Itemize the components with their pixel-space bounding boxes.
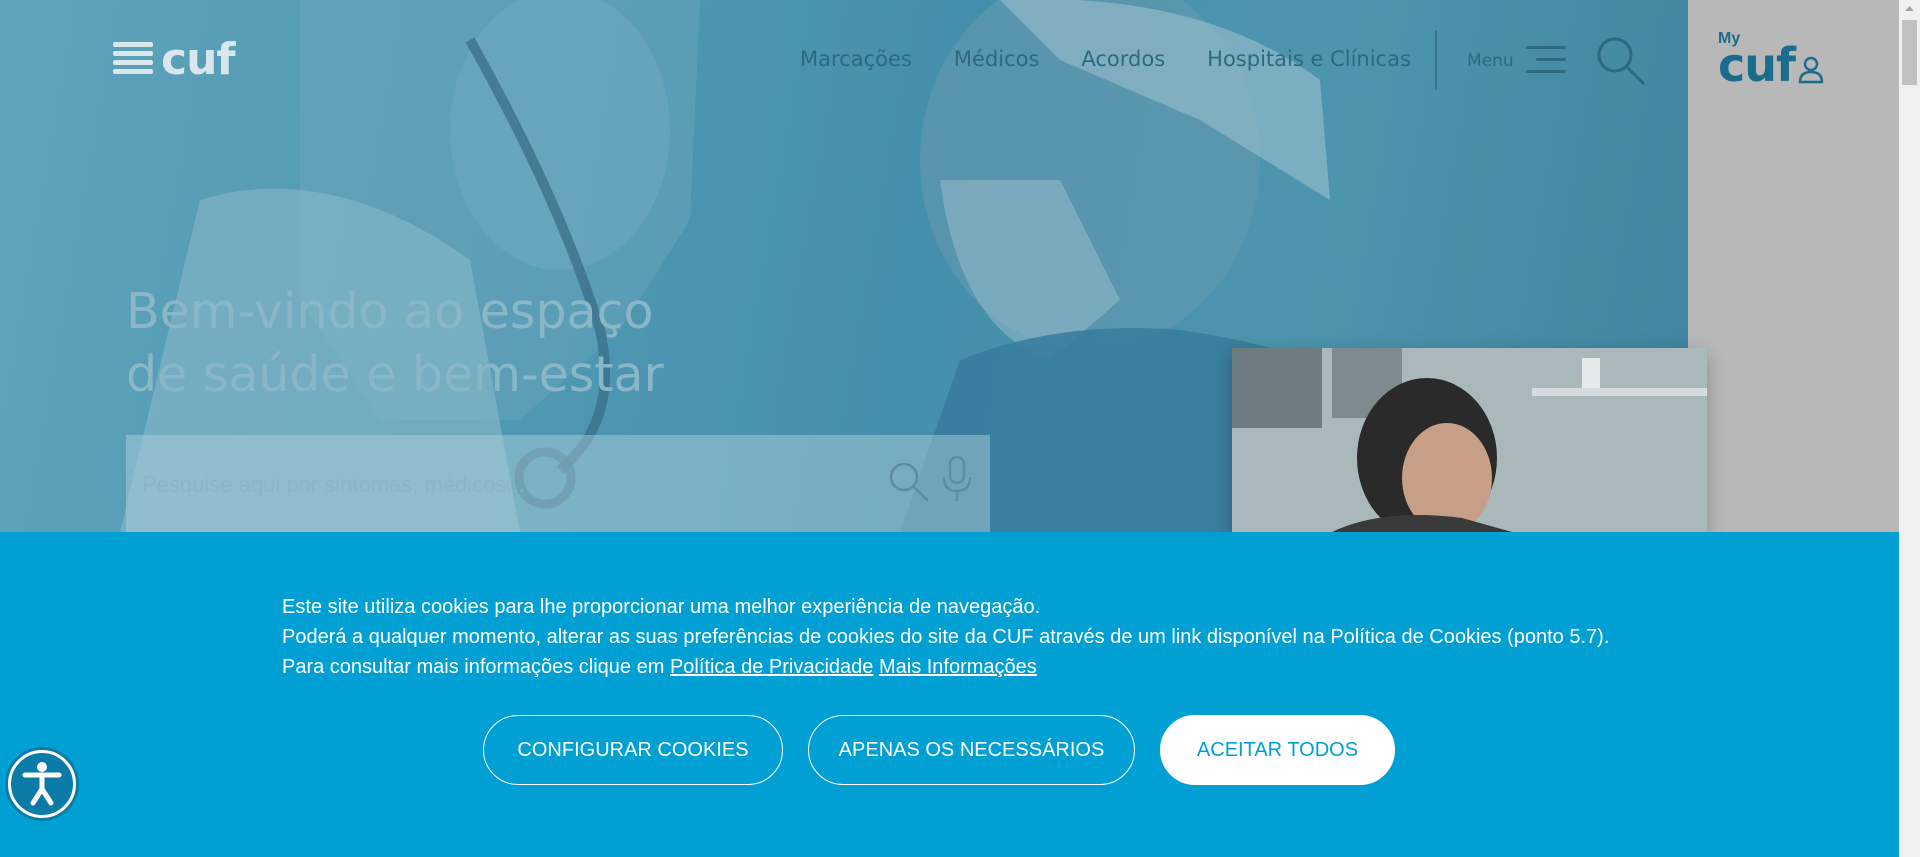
hero-search-input[interactable] <box>142 465 882 505</box>
more-info-link[interactable]: Mais Informações <box>879 656 1037 678</box>
accessibility-icon <box>22 762 62 806</box>
cookie-line-3: Para consultar mais informações clique e… <box>282 652 1732 682</box>
accept-all-button[interactable]: ACEITAR TODOS <box>1160 715 1395 785</box>
nav-medicos[interactable]: Médicos <box>954 47 1040 71</box>
scrollbar-thumb[interactable] <box>1902 20 1917 85</box>
cookie-line-2: Poderá a qualquer momento, alterar as su… <box>282 626 1610 648</box>
nav-acordos[interactable]: Acordos <box>1081 47 1165 71</box>
cookie-banner: Este site utiliza cookies para lhe propo… <box>0 532 1899 857</box>
mycuf-login[interactable]: My cuf <box>1718 30 1828 90</box>
welcome-title: Bem-vindo ao espaço de saúde e bem-estar <box>126 280 826 406</box>
logo-text: cuf <box>161 34 236 85</box>
user-icon <box>1798 56 1824 84</box>
search-icon[interactable] <box>886 459 930 503</box>
nav-divider <box>1435 30 1437 90</box>
nav-hospitais-clinicas[interactable]: Hospitais e Clínicas <box>1207 47 1411 71</box>
microphone-icon[interactable] <box>941 455 973 503</box>
cookie-message: Este site utiliza cookies para lhe propo… <box>282 592 1732 682</box>
cuf-logo[interactable]: cuf <box>113 34 236 85</box>
mycuf-cuf-label: cuf <box>1718 38 1796 92</box>
necessary-only-button[interactable]: APENAS OS NECESSÁRIOS <box>808 715 1135 785</box>
hamburger-menu-icon[interactable] <box>1526 46 1566 74</box>
welcome-title-line2: de saúde e bem-estar <box>126 346 664 403</box>
configure-cookies-button[interactable]: CONFIGURAR COOKIES <box>483 715 783 785</box>
cookie-line-1: Este site utiliza cookies para lhe propo… <box>282 596 1041 618</box>
nav-marcacoes[interactable]: Marcações <box>800 47 912 71</box>
accessibility-button[interactable] <box>8 750 76 818</box>
main-nav: Marcações Médicos Acordos Hospitais e Cl… <box>800 47 1411 71</box>
scroll-up-arrow-icon[interactable] <box>1899 0 1920 17</box>
logo-waves-icon <box>113 40 153 80</box>
hero-search-box <box>126 435 990 532</box>
menu-label[interactable]: Menu <box>1467 51 1514 71</box>
page-scrollbar[interactable] <box>1899 0 1920 857</box>
cookie-actions: CONFIGURAR COOKIES APENAS OS NECESSÁRIOS… <box>0 715 1899 785</box>
featured-media-card[interactable] <box>1232 348 1707 532</box>
cookie-line-3-prefix: Para consultar mais informações clique e… <box>282 656 665 678</box>
welcome-title-line1: Bem-vindo ao espaço <box>126 283 654 340</box>
search-icon[interactable] <box>1594 34 1646 86</box>
privacy-policy-link[interactable]: Política de Privacidade <box>670 656 873 678</box>
woman-photo <box>1232 348 1707 532</box>
